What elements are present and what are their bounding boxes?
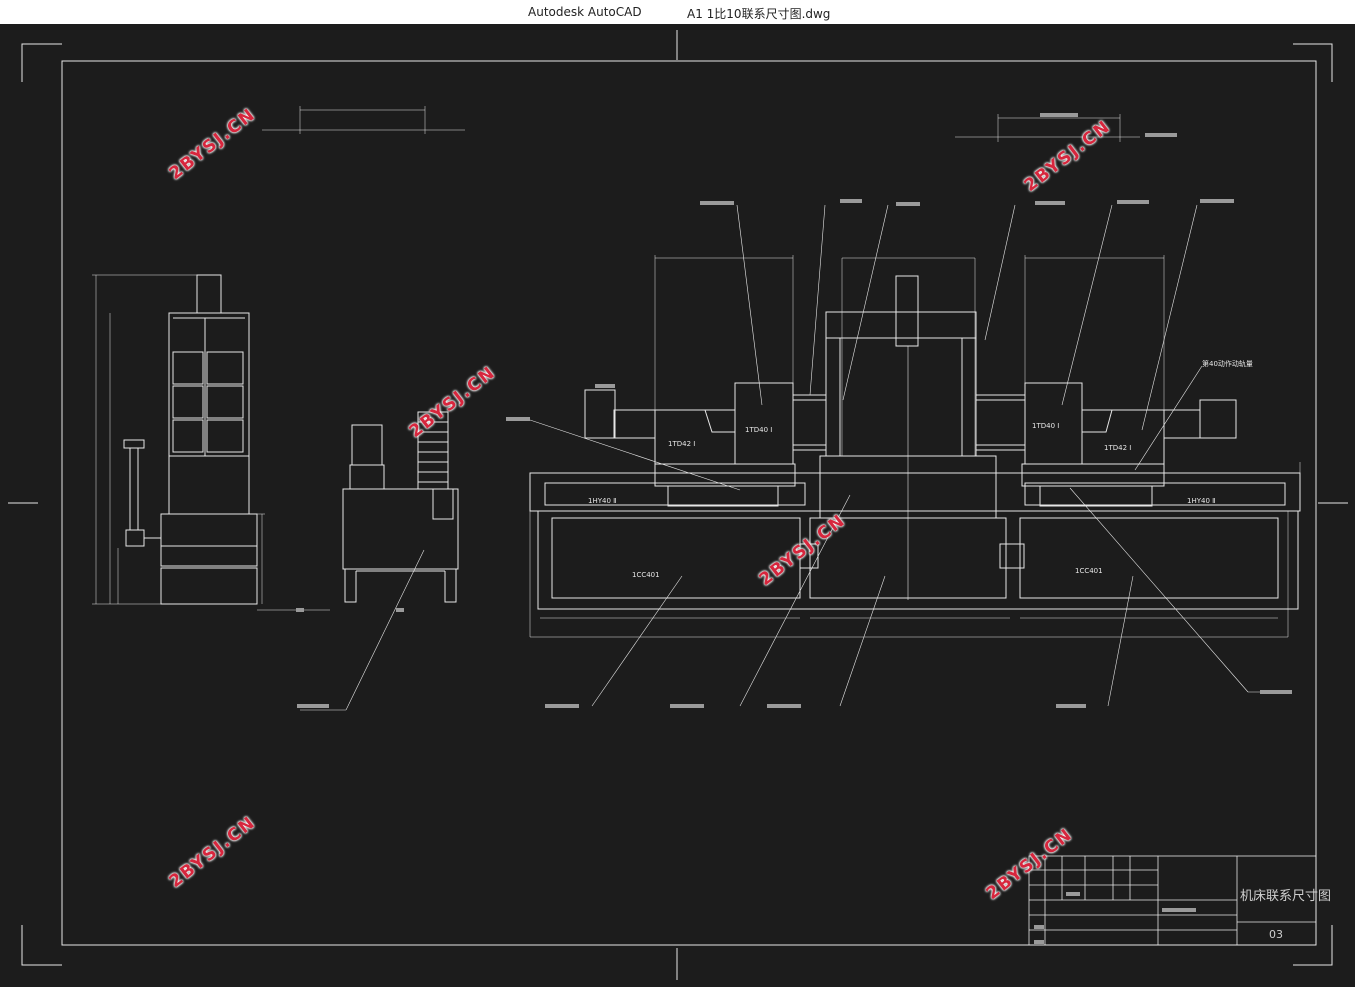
label-head-left-center: 1TD40 Ⅰ (745, 426, 772, 434)
label-base-right: 1CC401 (1075, 567, 1103, 575)
label-slide-left: 1HY40 Ⅱ (588, 497, 617, 505)
label-head-right-center: 1TD40 Ⅰ (1032, 422, 1059, 430)
side-view (92, 274, 330, 611)
title-bar: Autodesk AutoCAD A1 1比10联系尺寸图.dwg (0, 0, 1355, 24)
title-drawing-name: 机床联系尺寸图 (1240, 889, 1331, 904)
front-view (529, 255, 1301, 638)
label-head-left: 1TD42 Ⅰ (668, 440, 695, 448)
title-sheet-number: 03 (1269, 928, 1283, 941)
drawing-canvas[interactable]: 1TD42 Ⅰ 1TD40 Ⅰ 1TD40 Ⅰ 1TD42 Ⅰ 1HY40 Ⅱ … (0, 24, 1355, 987)
app-name: Autodesk AutoCAD (528, 5, 642, 19)
label-slide-right: 1HY40 Ⅱ (1187, 497, 1216, 505)
hydraulic-station (300, 411, 459, 711)
annotation-bars (296, 113, 1292, 944)
drawing-border (61, 60, 1317, 946)
dimension-lines (262, 106, 1140, 142)
drawing-svg: 1TD42 Ⅰ 1TD40 Ⅰ 1TD40 Ⅰ 1TD42 Ⅰ 1HY40 Ⅱ … (8, 30, 1348, 980)
label-head-right: 1TD42 Ⅰ (1104, 444, 1131, 452)
document-name: A1 1比10联系尺寸图.dwg (687, 7, 831, 21)
label-callout-right: 第40动作动轨量 (1202, 359, 1253, 368)
label-base-left: 1CC401 (632, 571, 660, 579)
